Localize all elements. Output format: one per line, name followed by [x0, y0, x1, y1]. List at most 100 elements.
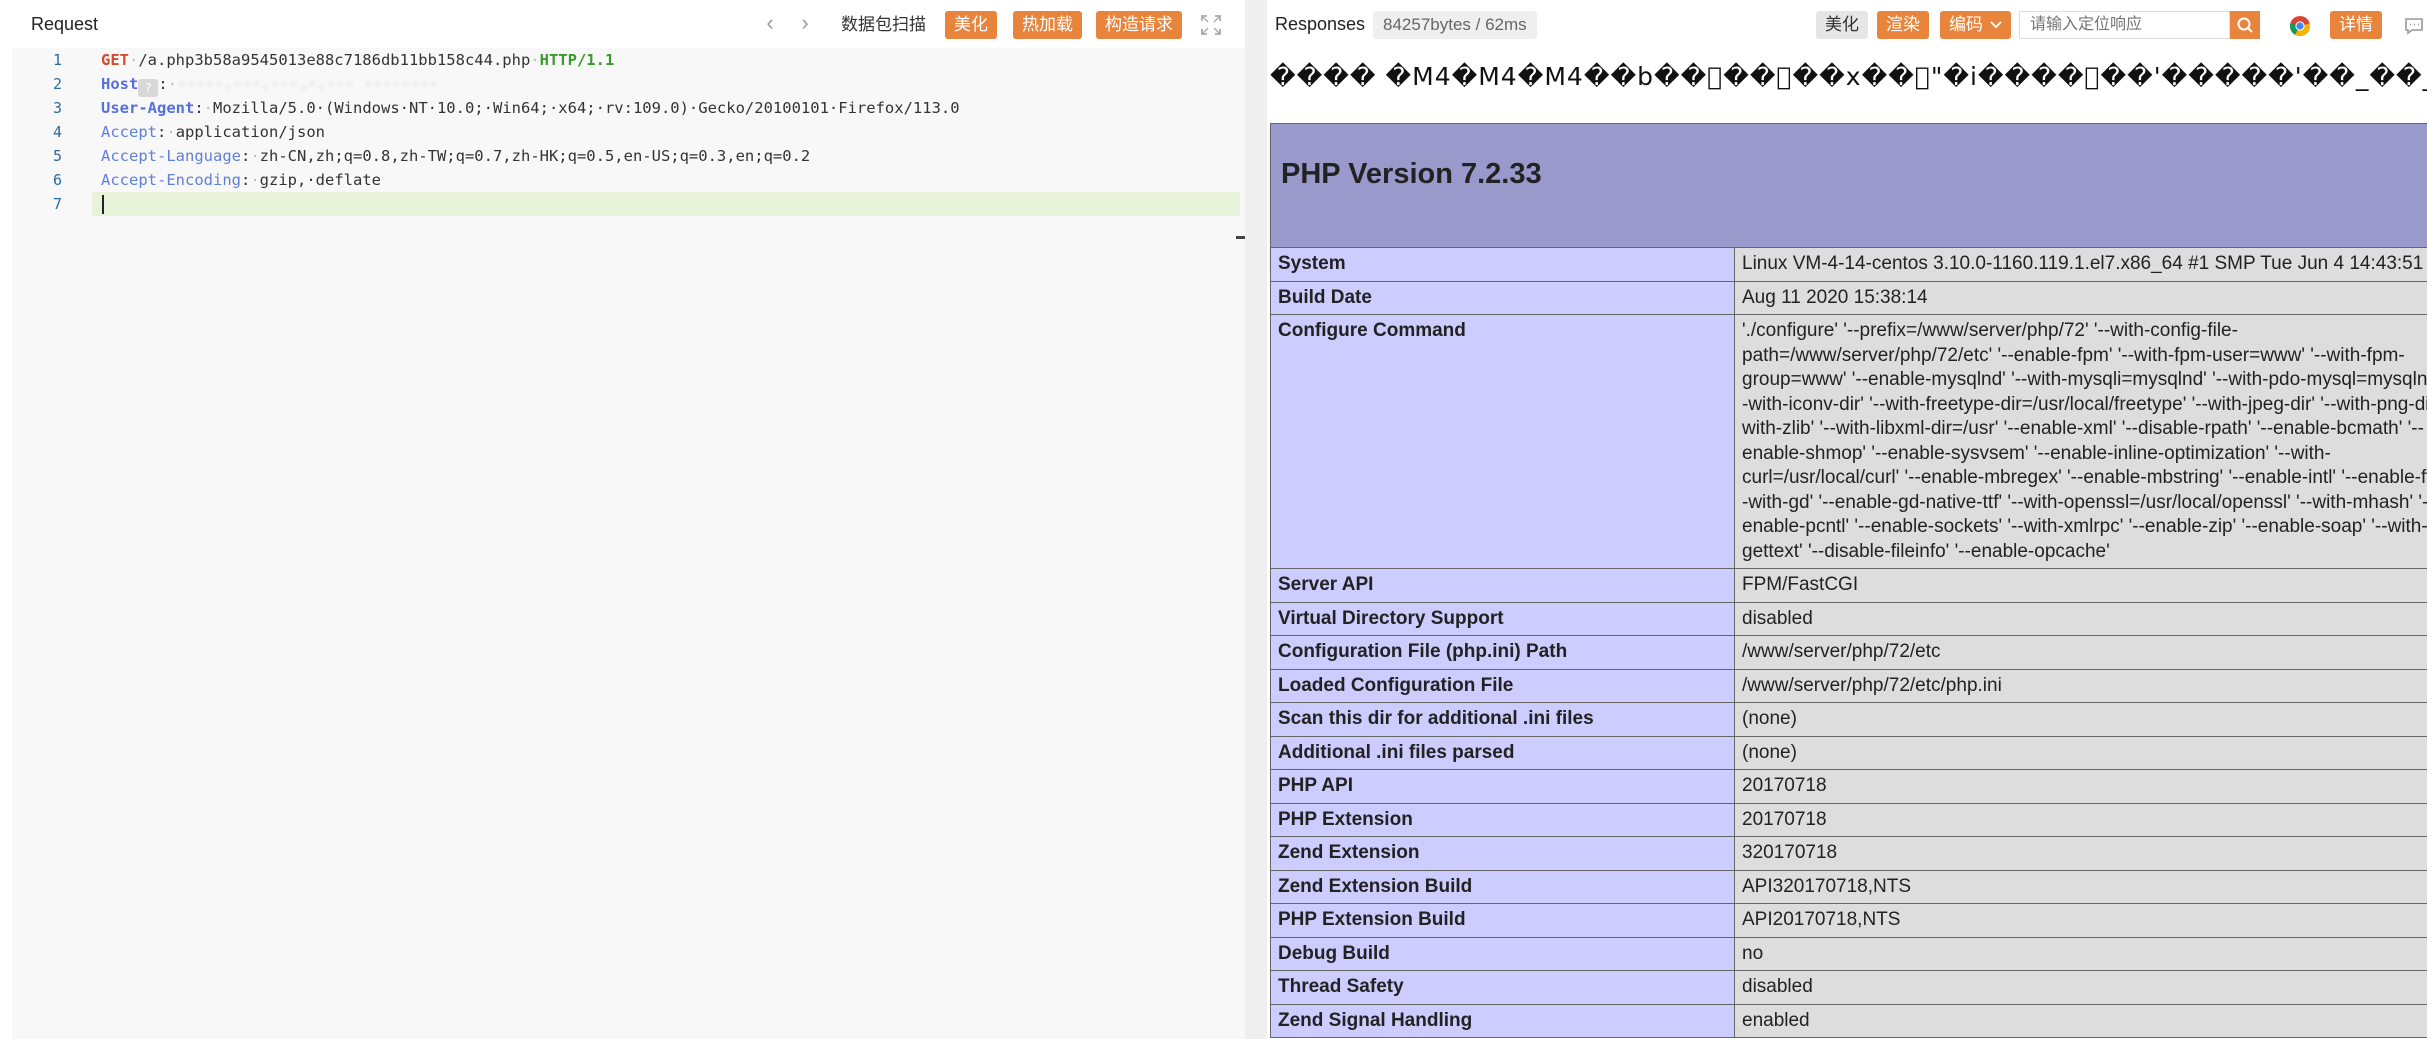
table-row: Configure Command './configure' '--prefix…	[1270, 314, 2427, 569]
info-key: Debug Build	[1270, 936, 1735, 971]
request-editor[interactable]: 1 2 3 4 5 6 7 GET·/a.php3b58a9545013e88c…	[12, 48, 1254, 1039]
info-value: 20170718	[1734, 802, 2427, 837]
info-key: Server API	[1270, 568, 1735, 603]
line-number: 3	[52, 99, 62, 117]
header-line-accept-encoding: Accept-Encoding:·gzip,·deflate	[101, 171, 381, 189]
response-toolbar: Responses 84257bytes / 62ms 美化 渲染 编码 详情	[1267, 0, 2427, 50]
help-icon[interactable]: ?	[138, 79, 159, 97]
info-value: API20170718,NTS	[1734, 903, 2427, 938]
line-number: 5	[52, 147, 62, 165]
info-key: Configuration File (php.ini) Path	[1270, 635, 1735, 670]
beautify-button[interactable]: 美化	[1816, 11, 1868, 39]
expand-icon[interactable]	[1199, 13, 1223, 37]
info-key: Zend Extension	[1270, 836, 1735, 871]
render-button[interactable]: 渲染	[1877, 11, 1929, 39]
info-value: disabled	[1734, 970, 2427, 1005]
line-number: 6	[52, 171, 62, 189]
info-key: Zend Extension Build	[1270, 869, 1735, 904]
table-row: Virtual Directory Support disabled	[1270, 601, 2427, 636]
table-row: Zend Extension 320170718	[1270, 836, 2427, 871]
request-line: GET·/a.php3b58a9545013e88c7186db11bb158c…	[101, 51, 615, 69]
info-value: /www/server/php/72/etc	[1734, 635, 2427, 670]
request-path: /a.php3b58a9545013e88c7186db11bb158c44.p…	[138, 51, 531, 69]
info-key: System	[1270, 247, 1735, 282]
info-key: Scan this dir for additional .ini files	[1270, 702, 1735, 737]
php-version-title: PHP Version 7.2.33	[1281, 158, 1542, 190]
host-value-redacted: ·····.···.···.·.··· ········	[177, 75, 439, 93]
request-toolbar: Request ‹ › 数据包扫描 美化 热加载 构造请求	[0, 0, 1245, 48]
info-value: (none)	[1734, 735, 2427, 770]
packet-scan-button[interactable]: 数据包扫描	[835, 11, 932, 39]
info-key: Virtual Directory Support	[1270, 601, 1735, 636]
chevron-left-icon[interactable]: ‹	[760, 12, 780, 35]
table-row: PHP API 20170718	[1270, 769, 2427, 804]
info-value: no	[1734, 936, 2427, 971]
active-line-highlight	[92, 192, 1240, 216]
line-number: 7	[52, 195, 62, 213]
response-size-badge: 84257bytes / 62ms	[1373, 11, 1537, 39]
encoding-dropdown[interactable]: 编码	[1940, 11, 2011, 39]
header-value: application/json	[175, 123, 325, 141]
request-title: Request	[31, 14, 99, 34]
chrome-icon[interactable]	[2289, 15, 2311, 37]
header-value: gzip,·deflate	[259, 171, 381, 189]
build-request-button[interactable]: 构造请求	[1096, 11, 1182, 39]
info-value: disabled	[1734, 601, 2427, 636]
info-value: FPM/FastCGI	[1734, 568, 2427, 603]
search-button[interactable]	[2230, 11, 2260, 39]
hot-reload-button[interactable]: 热加载	[1013, 11, 1082, 39]
table-row: Loaded Configuration File/www/server/php…	[1270, 668, 2427, 703]
info-value: enabled	[1734, 1003, 2427, 1038]
header-key: Host	[101, 75, 139, 93]
info-key: Configure Command	[1270, 314, 1735, 569]
chevron-down-icon	[1990, 21, 2002, 29]
response-title: Responses	[1275, 14, 1366, 34]
table-row: Configuration File (php.ini) Path/www/se…	[1270, 635, 2427, 670]
locate-response-input[interactable]	[2019, 11, 2230, 39]
table-row: Additional .ini files parsed (none)	[1270, 735, 2427, 770]
info-value: /www/server/php/72/etc/php.ini	[1734, 668, 2427, 703]
table-row: Server API FPM/FastCGI	[1270, 568, 2427, 603]
line-number: 2	[52, 75, 62, 93]
beautify-button[interactable]: 美化	[945, 11, 997, 39]
info-value: Linux VM-4-14-centos 3.10.0-1160.119.1.e…	[1734, 247, 2427, 282]
pane-splitter[interactable]	[1245, 0, 1267, 1039]
response-body: ���� �M4�M4�M4��b�� �� ��x�� "�i���� ��'…	[1267, 50, 2427, 1039]
line-gutter: 1 2 3 4 5 6 7	[12, 48, 92, 1039]
http-method: GET	[101, 51, 129, 69]
header-value: Mozilla/5.0·(Windows·NT·10.0;·Win64;·x64…	[213, 99, 960, 117]
info-key: Additional .ini files parsed	[1270, 735, 1735, 770]
chevron-right-icon[interactable]: ›	[795, 12, 815, 35]
details-button[interactable]: 详情	[2330, 11, 2382, 39]
header-key: Accept-Language	[101, 147, 241, 165]
header-value: zh-CN,zh;q=0.8,zh-TW;q=0.7,zh-HK;q=0.5,e…	[259, 147, 811, 165]
info-value: (none)	[1734, 702, 2427, 737]
info-key: PHP Extension Build	[1270, 903, 1735, 938]
header-line-host: Host?:······.···.···.·.··· ········	[101, 72, 439, 97]
info-key: Thread Safety	[1270, 970, 1735, 1005]
search-icon	[2237, 17, 2253, 33]
table-row: PHP Extension 20170718	[1270, 802, 2427, 837]
request-pane: Request ‹ › 数据包扫描 美化 热加载 构造请求 1 2 3 4 5 …	[0, 0, 1254, 1039]
table-row: Zend Extension Build API320170718,NTS	[1270, 869, 2427, 904]
info-key: PHP API	[1270, 769, 1735, 804]
header-line-user-agent: User-Agent:·Mozilla/5.0·(Windows·NT·10.0…	[101, 99, 960, 117]
line-number: 4	[52, 123, 62, 141]
info-value: API320170718,NTS	[1734, 869, 2427, 904]
info-key: Loaded Configuration File	[1270, 668, 1735, 703]
comment-icon[interactable]	[2403, 15, 2425, 37]
phpinfo-table: System Linux VM-4-14-centos 3.10.0-1160.1…	[1270, 247, 2427, 1038]
table-row: Build Date Aug 11 2020 15:38:14	[1270, 280, 2427, 315]
binary-garbage-text: ���� �M4�M4�M4��b�� �� ��x�� "�i���� ��'…	[1270, 62, 2427, 91]
encoding-label: 编码	[1949, 15, 1983, 34]
table-row: PHP Extension Build API20170718,NTS	[1270, 903, 2427, 938]
info-value: 320170718	[1734, 836, 2427, 871]
http-protocol: HTTP/1.1	[539, 51, 615, 69]
info-value: './configure' '--prefix=/www/server/php/…	[1734, 314, 2427, 569]
info-key: Build Date	[1270, 280, 1735, 315]
text-caret	[102, 195, 104, 214]
header-line-accept: Accept:·application/json	[101, 123, 325, 141]
header-key: User-Agent	[101, 99, 195, 117]
info-key: PHP Extension	[1270, 802, 1735, 837]
line-number: 1	[52, 51, 62, 69]
